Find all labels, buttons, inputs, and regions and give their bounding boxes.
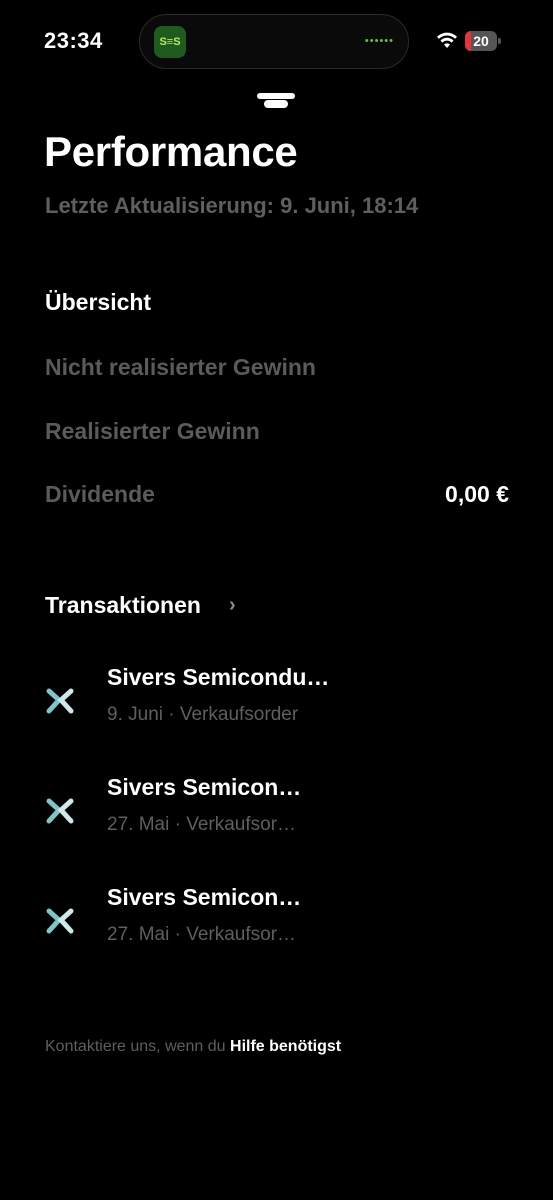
help-link[interactable]: Hilfe benötigst [230, 1038, 341, 1055]
help-text: Kontaktiere uns, wenn du [45, 1038, 231, 1055]
transaction-name: Sivers Semicon… [107, 884, 302, 910]
chevron-right-icon: › [229, 594, 236, 616]
transaction-name: Sivers Semicon… [107, 774, 302, 800]
row-label: Realisierter Gewinn [45, 418, 260, 444]
realized-gain-row: Realisierter Gewinn [45, 418, 509, 452]
battery-icon: 20 [465, 31, 501, 51]
help-footer: Kontaktiere uns, wenn du Hilfe benötigst [45, 1038, 341, 1056]
unrealized-gain-row: Nicht realisierter Gewinn [45, 354, 509, 388]
dividend-row: Dividende 0,00 € [45, 481, 509, 515]
battery-level: 20 [473, 33, 489, 49]
sivers-logo-icon [46, 908, 74, 934]
transactions-link[interactable]: Transaktionen › [45, 592, 236, 622]
transaction-meta: 27. Mai · Verkaufsor… [107, 814, 297, 835]
transaction-meta: 27. Mai · Verkaufsor… [107, 924, 297, 945]
app-badge-icon: S≡S [154, 26, 186, 58]
transaction-item[interactable]: Sivers Semicondu… 9. Juni · Verkaufsorde… [45, 664, 509, 744]
transaction-item[interactable]: Sivers Semicon… 27. Mai · Verkaufsor… [45, 884, 509, 964]
sheet-grabber[interactable] [257, 93, 295, 99]
sivers-logo-icon [46, 688, 74, 714]
sivers-logo-icon [46, 798, 74, 824]
row-label: Nicht realisierter Gewinn [45, 354, 316, 380]
status-bar: 23:34 S≡S •••••• 20 [0, 0, 553, 80]
activity-dots-icon: •••••• [364, 35, 394, 47]
page-title: Performance [44, 128, 298, 175]
clock: 23:34 [44, 28, 103, 53]
transaction-name: Sivers Semicondu… [107, 664, 330, 690]
row-label: Dividende [45, 481, 155, 507]
wifi-icon [437, 32, 457, 48]
transaction-meta: 9. Juni · Verkaufsorder [107, 704, 299, 725]
dynamic-island[interactable]: S≡S •••••• [139, 14, 409, 69]
transaction-item[interactable]: Sivers Semicon… 27. Mai · Verkaufsor… [45, 774, 509, 854]
sheet-grabber-lower [264, 100, 288, 108]
row-value: 0,00 € [445, 481, 509, 507]
overview-title: Übersicht [45, 289, 152, 315]
transactions-title: Transaktionen [45, 592, 201, 618]
last-updated: Letzte Aktualisierung: 9. Juni, 18:14 [45, 193, 419, 218]
